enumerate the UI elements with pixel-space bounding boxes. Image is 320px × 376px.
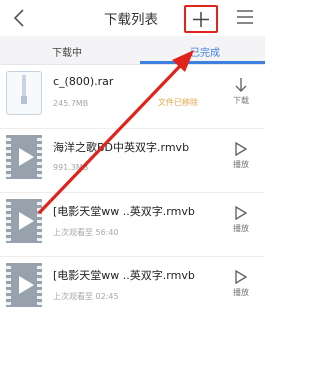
file-name: 海洋之歌BD中英双字.rmvb [53,141,190,154]
file-name: [电影天堂ww ..英双字.rmvb [53,269,195,282]
play-button[interactable]: 播放 [226,141,256,170]
play-label: 播放 [233,288,249,297]
tab-completed[interactable]: 已完成 [190,44,220,59]
back-icon[interactable] [10,7,30,29]
download-label: 下载 [233,96,249,105]
watch-progress: 上次观看至 02:45 [53,292,119,301]
active-tab-indicator [140,61,265,64]
list-item[interactable]: [电影天堂ww ..英双字.rmvb 上次观看至 02:45 播放 [0,257,265,321]
menu-icon[interactable] [236,9,254,25]
play-label: 播放 [233,224,249,233]
plus-icon [193,12,209,27]
file-size: 991.3MB [53,163,89,172]
play-icon [235,141,248,157]
file-name: c_(800).rar [53,75,114,88]
watch-progress: 上次观看至 56:40 [53,228,119,237]
file-icon [6,71,42,115]
play-button[interactable]: 播放 [226,269,256,298]
video-icon [6,263,42,307]
download-button[interactable]: 下载 [226,77,256,106]
list-item[interactable]: [电影天堂ww ..英双字.rmvb 上次观看至 56:40 播放 [0,193,265,257]
page-title: 下载列表 [104,12,158,28]
video-icon [6,135,42,179]
empty-area [0,320,265,376]
tab-bar: 下载中 已完成 [0,36,265,65]
list-item[interactable]: 海洋之歌BD中英双字.rmvb 991.3MB 播放 [0,129,265,193]
tab-downloading[interactable]: 下载中 [52,44,82,59]
play-icon [235,205,248,221]
play-icon [235,269,248,285]
top-bar: 下载列表 [0,0,265,36]
video-icon [6,199,42,243]
status-removed: 文件已移除 [158,98,198,107]
file-size: 245.7MB [53,99,89,108]
file-name: [电影天堂ww ..英双字.rmvb [53,205,195,218]
download-icon [235,78,247,92]
add-button[interactable] [184,5,218,33]
play-label: 播放 [233,160,249,169]
list-item[interactable]: c_(800).rar 245.7MB 文件已移除 下载 [0,65,265,129]
play-button[interactable]: 播放 [226,205,256,234]
